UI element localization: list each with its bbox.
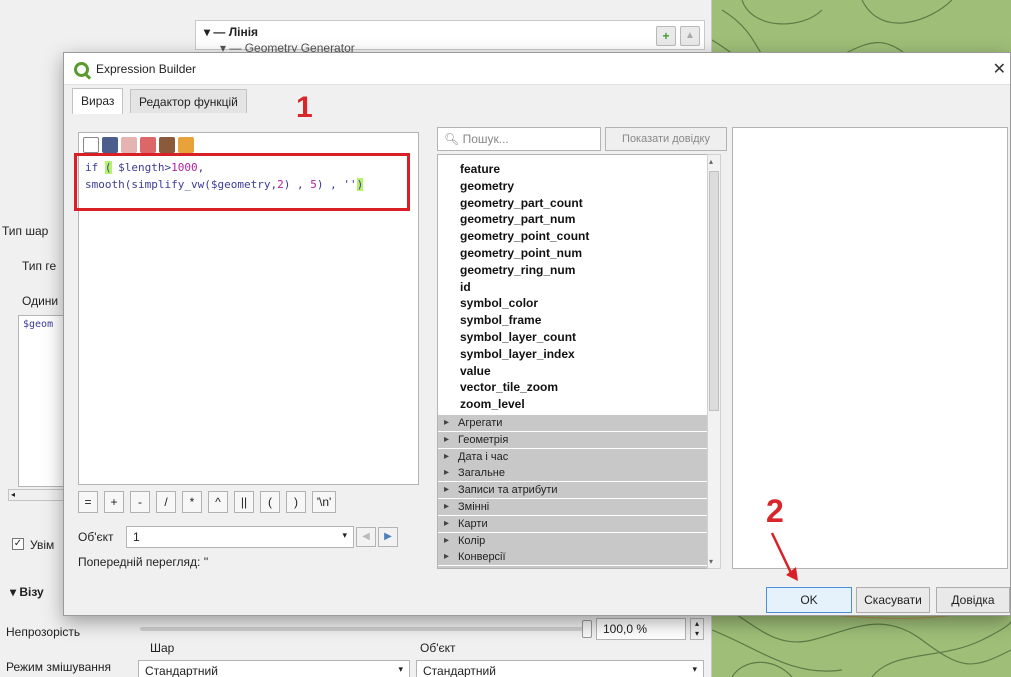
op-minus-button[interactable]: - [130,491,150,513]
preview-label: Попередній перегляд: '' [78,555,209,569]
geometry-type-label: Тип ге [22,259,57,273]
group-item[interactable]: Геометрія [438,431,708,448]
help-button[interactable]: Довідка [936,587,1010,613]
tab-function-editor[interactable]: Редактор функцій [130,89,247,113]
opacity-spinbox[interactable]: 100,0 % [596,618,686,640]
op-equals-button[interactable]: = [78,491,98,513]
expression-builder-dialog: Expression Builder ✕ Вираз Редактор функ… [63,52,1011,616]
tab-expression[interactable]: Вираз [72,88,124,114]
group-item[interactable]: Дата і час [438,448,708,465]
step-1-annotation: 1 [296,91,313,124]
op-multiply-button[interactable]: * [182,491,202,513]
variable-item[interactable]: symbol_frame [460,312,541,328]
variable-item[interactable]: id [460,279,471,295]
variable-item[interactable]: geometry_part_count [460,195,583,211]
op-plus-button[interactable]: + [104,491,124,513]
move-up-button[interactable]: ▲ [680,26,700,46]
export-icon[interactable] [178,137,194,153]
feature-select[interactable]: 1 ▾ [126,526,354,548]
blend-feature-label: Об'єкт [420,641,456,655]
close-icon[interactable]: ✕ [993,59,1006,79]
variable-item[interactable]: geometry [460,178,514,194]
next-feature-button[interactable]: ▶ [378,527,398,547]
variable-item[interactable]: symbol_layer_count [460,329,576,345]
group-item[interactable]: Колір [438,532,708,549]
group-item[interactable]: Змінні [438,499,708,515]
opacity-slider-handle[interactable] [582,620,592,638]
units-label: Одини [22,294,59,308]
variable-item[interactable]: symbol_layer_index [460,346,575,362]
expression-highlight-box [74,153,410,211]
blend-layer-select[interactable]: Стандартний ▾ [138,660,410,677]
save-icon[interactable] [102,137,118,153]
opacity-slider-track[interactable] [140,627,588,631]
new-file-icon[interactable] [83,137,99,153]
add-layer-button[interactable]: + [656,26,676,46]
variable-item[interactable]: zoom_level [460,396,525,412]
rendering-section-header[interactable]: ▾ Візу [10,585,64,599]
previous-feature-button[interactable]: ◀ [356,527,376,547]
opacity-spinner-arrows[interactable]: ▴ ▾ [690,618,704,640]
group-item[interactable]: Агрегати [438,415,708,431]
variable-item[interactable]: feature [460,161,500,177]
variable-item[interactable]: geometry_point_num [460,245,582,261]
blend-mode-label: Режим змішування [6,660,112,674]
feature-label: Об'єкт [78,530,114,544]
blend-feature-select[interactable]: Стандартний ▾ [416,660,704,677]
op-newline-button[interactable]: '\n' [312,491,336,513]
geometry-expression-text: $geom [23,319,54,330]
group-item[interactable]: Записи та атрибути [438,482,708,499]
variable-item[interactable]: value [460,363,491,379]
op-concat-button[interactable]: || [234,491,254,513]
variable-item[interactable]: geometry_part_num [460,211,575,227]
function-list-scrollbar[interactable]: ▴ ▾ [707,154,721,569]
enable-checkbox[interactable]: ✓ [12,538,24,550]
op-power-button[interactable]: ^ [208,491,228,513]
group-item[interactable]: Загальне [438,465,708,482]
import-icon[interactable] [159,137,175,153]
opacity-label: Непрозорість [6,625,81,639]
horizontal-scrollbar[interactable]: ◂ [8,489,64,501]
op-open-paren-button[interactable]: ( [260,491,280,513]
show-help-button[interactable]: Показати довідку [605,127,727,151]
op-divide-button[interactable]: / [156,491,176,513]
group-item[interactable]: Карти [438,515,708,532]
enable-label: Увім [30,538,55,552]
qgis-logo-icon [74,62,89,77]
function-list[interactable]: feature geometry geometry_part_count geomet… [437,154,721,569]
search-icon: 🔍︎ [444,132,463,146]
variable-item[interactable]: symbol_color [460,295,538,311]
step-2-annotation: 2 [766,493,784,529]
dialog-titlebar[interactable]: Expression Builder ✕ [64,53,1010,85]
geometry-expression-box[interactable]: $geom [18,315,64,487]
step-2-arrow-icon [770,532,798,581]
search-input[interactable]: 🔍︎ Пошук... [437,127,601,151]
op-close-paren-button[interactable]: ) [286,491,306,513]
dialog-title: Expression Builder [96,62,197,76]
variable-item[interactable]: vector_tile_zoom [460,379,558,395]
variable-item[interactable]: geometry_point_count [460,228,589,244]
cancel-button[interactable]: Скасувати [856,587,930,613]
layer-type-label: Тип шар [2,224,49,238]
symbol-tree[interactable]: ▾ — Лінія ▾ — Geometry Generator [195,20,705,55]
group-item[interactable]: Конверсії [438,549,708,566]
edit-icon[interactable] [121,137,137,153]
ok-button[interactable]: OK [766,587,852,613]
group-item[interactable]: Масиви [438,566,708,568]
tree-row-line[interactable]: ▾ — Лінія [204,25,258,39]
scrollbar-thumb[interactable] [709,171,719,411]
operator-bar: = + - / * ^ || ( ) '\n' [78,491,336,513]
blend-layer-label: Шар [150,641,175,655]
remove-icon[interactable] [140,137,156,153]
variable-item[interactable]: geometry_ring_num [460,262,575,278]
